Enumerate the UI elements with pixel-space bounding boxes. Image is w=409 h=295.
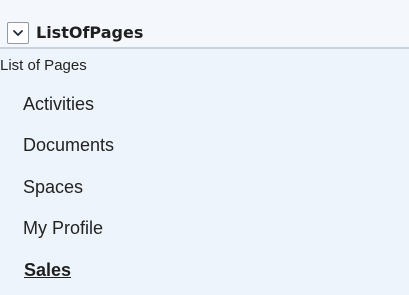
- nav-item-sales[interactable]: Sales: [24, 258, 71, 282]
- webpart-title: ListOfPages: [36, 23, 144, 42]
- nav-item-activities[interactable]: Activities: [23, 92, 94, 116]
- nav-item-documents[interactable]: Documents: [23, 133, 114, 157]
- webpart-header: ListOfPages: [0, 0, 409, 49]
- list-of-pages-webpart: ListOfPages List of Pages Activities Doc…: [0, 0, 409, 295]
- nav-item-spaces[interactable]: Spaces: [23, 175, 83, 199]
- collapse-toggle-button[interactable]: [7, 22, 29, 44]
- section-title: List of Pages: [0, 57, 87, 74]
- nav-item-my-profile[interactable]: My Profile: [23, 216, 103, 240]
- chevron-down-icon: [13, 30, 23, 36]
